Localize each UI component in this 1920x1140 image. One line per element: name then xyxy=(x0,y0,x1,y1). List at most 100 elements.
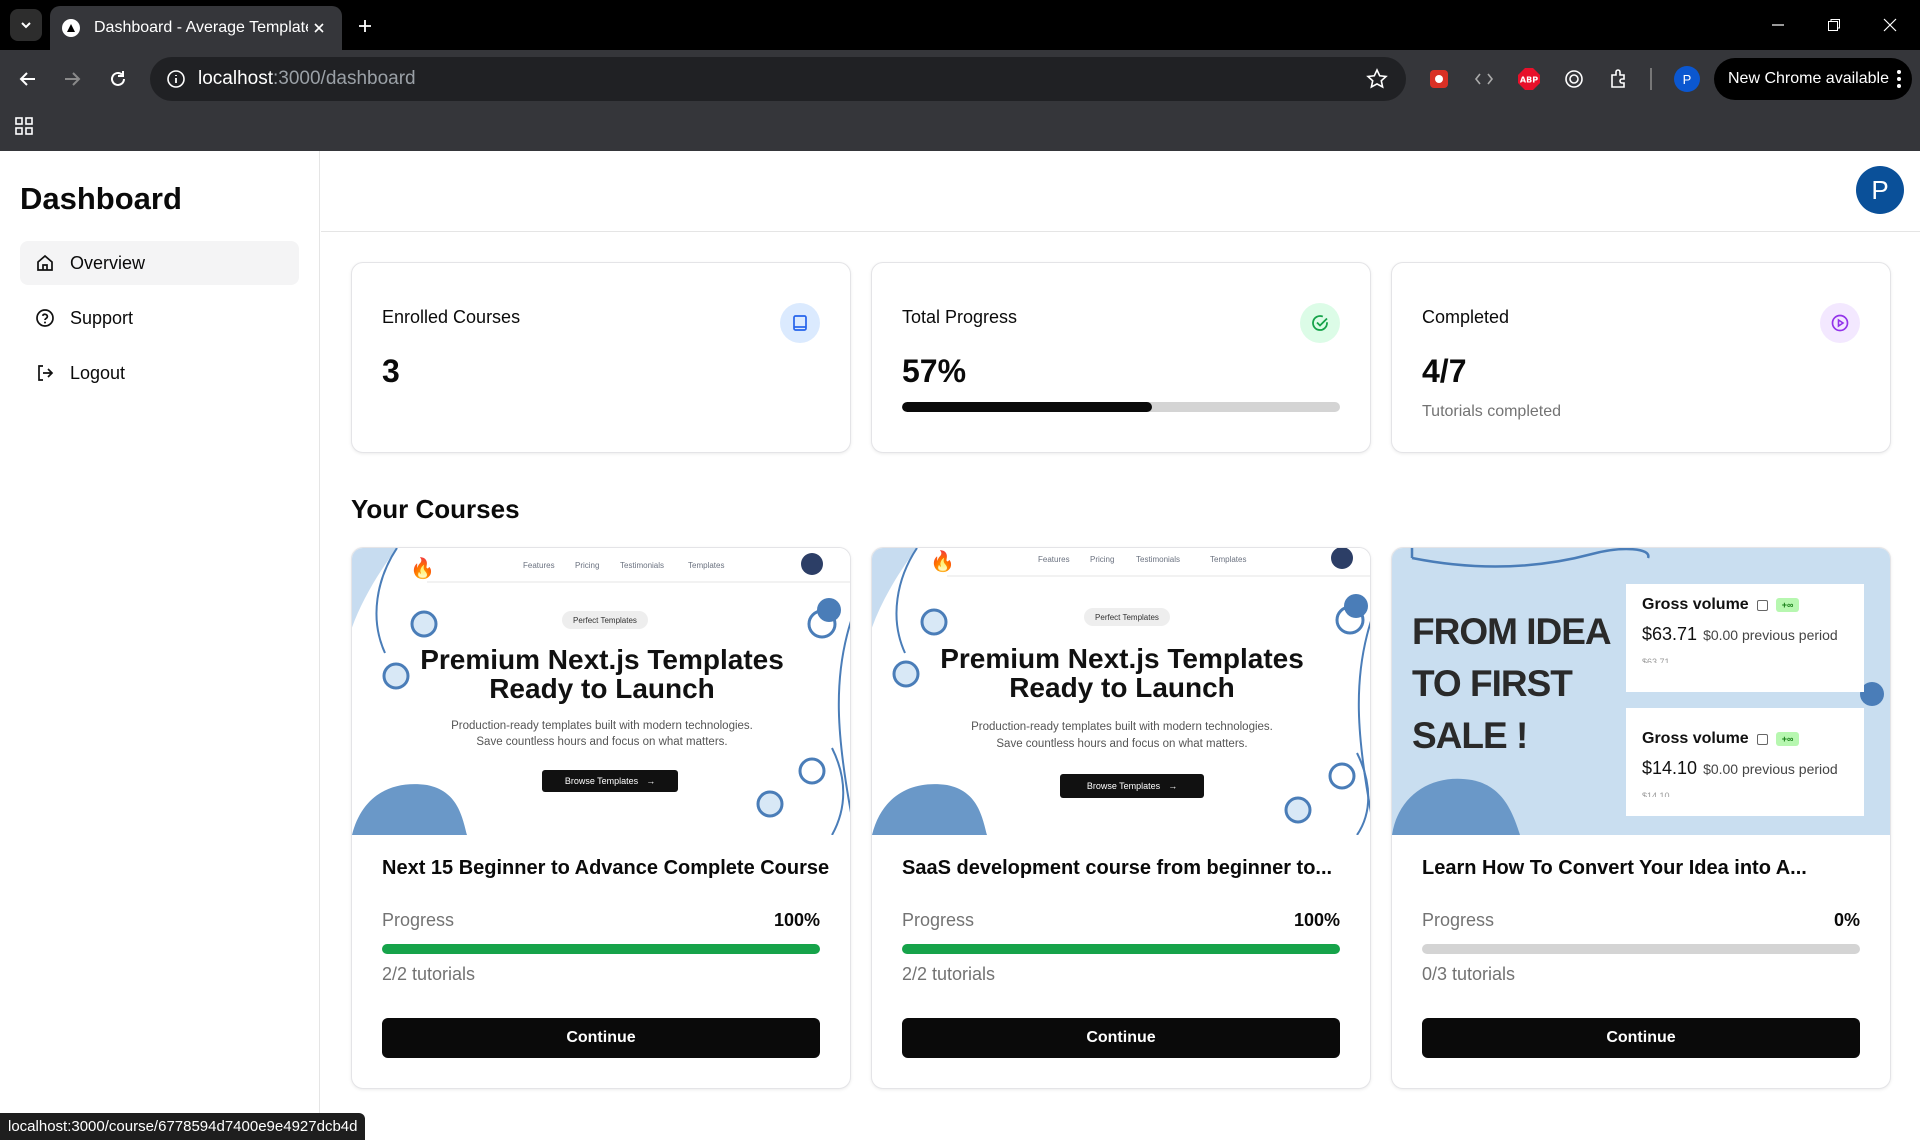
forward-button[interactable] xyxy=(58,65,86,93)
template-badge: Perfect Templates xyxy=(562,611,648,629)
chrome-profile-avatar[interactable]: P xyxy=(1674,66,1700,92)
arrow-right-icon: → xyxy=(1168,781,1178,791)
course-title: SaaS development course from beginner to… xyxy=(902,857,1333,879)
new-tab-button[interactable] xyxy=(352,13,378,39)
arrow-right-icon xyxy=(65,72,81,86)
course-progress-fill xyxy=(382,944,820,954)
user-avatar[interactable]: P xyxy=(1856,166,1904,214)
bookmarks-bar xyxy=(0,108,1920,151)
stat-card-completed: Completed 4/7 Tutorials completed xyxy=(1391,262,1891,453)
progress-label: Progress xyxy=(1422,910,1495,930)
arrow-left-icon xyxy=(19,72,35,86)
template-badge: Perfect Templates xyxy=(1084,608,1170,626)
close-window-button[interactable] xyxy=(1862,0,1918,50)
stat-label: Completed xyxy=(1422,307,1510,327)
gross-volume-previous: $0.00 previous period xyxy=(1703,761,1838,777)
course-progress-bar xyxy=(1422,944,1860,954)
template-nav-testimonials: Testimonials xyxy=(620,561,665,570)
logout-icon xyxy=(34,362,56,384)
template-nav-testimonials: Testimonials xyxy=(1136,555,1181,564)
extension-target-icon[interactable] xyxy=(1561,66,1587,92)
extension-red-icon[interactable] xyxy=(1426,66,1452,92)
chevron-down-icon xyxy=(21,22,31,29)
restore-window-button[interactable] xyxy=(1806,0,1862,50)
address-bar[interactable]: localhost:3000/dashboard xyxy=(150,57,1406,101)
fire-logo-icon: 🔥 xyxy=(930,551,955,573)
gross-volume-tag: +∞ xyxy=(1775,732,1800,746)
gross-volume-amount: $14.10 xyxy=(1642,758,1698,778)
total-progress-bar xyxy=(902,402,1340,412)
apps-grid-icon[interactable] xyxy=(14,116,34,136)
stat-value: 3 xyxy=(382,353,400,389)
progress-value: 0% xyxy=(1833,910,1860,930)
adblock-extension-icon[interactable]: ABP xyxy=(1516,66,1542,92)
total-progress-fill xyxy=(902,402,1152,412)
site-info-icon[interactable] xyxy=(166,69,186,89)
reload-icon xyxy=(111,71,125,86)
tutorials-count: 0/3 tutorials xyxy=(1422,964,1516,984)
sidebar-item-label: Logout xyxy=(70,362,126,383)
sidebar-item-support[interactable]: Support xyxy=(20,296,299,340)
course-thumbnail: 🔥 Features Pricing Testimonials Template… xyxy=(872,548,1370,835)
new-chrome-label: New Chrome available xyxy=(1728,70,1889,87)
gross-volume-previous: $0.00 previous period xyxy=(1703,627,1838,643)
bookmark-star-icon[interactable] xyxy=(1366,68,1388,90)
close-tab-icon[interactable] xyxy=(308,17,330,39)
url-host: localhost xyxy=(198,68,273,89)
reload-button[interactable] xyxy=(104,65,132,93)
template-desc-line2: Save countless hours and focus on what m… xyxy=(476,736,728,748)
gross-volume-cut-value: $14.10 xyxy=(1642,791,1670,797)
course-card[interactable]: 🔥 Features Pricing Testimonials Template… xyxy=(871,547,1371,1089)
gross-volume-label: Gross volume xyxy=(1642,596,1749,613)
course-progress-fill xyxy=(902,944,1340,954)
more-vert-icon[interactable] xyxy=(1896,69,1902,89)
toolbar-divider xyxy=(1650,68,1652,90)
extensions-puzzle-icon[interactable] xyxy=(1606,66,1632,92)
sidebar-item-label: Overview xyxy=(70,252,146,273)
info-icon xyxy=(1756,599,1768,611)
course-progress-bar xyxy=(382,944,820,954)
course-thumbnail: FROM IDEA TO FIRST SALE ! Gross volume +∞… xyxy=(1392,548,1890,835)
browser-tab-active[interactable]: Dashboard - Average Template xyxy=(50,6,342,50)
extension-code-icon[interactable] xyxy=(1471,66,1497,92)
sale-heading-line1: FROM IDEA xyxy=(1412,611,1612,652)
book-icon xyxy=(780,303,820,343)
template-browse-button: Browse Templates → xyxy=(1060,774,1204,798)
continue-button[interactable]: Continue xyxy=(1422,1018,1860,1058)
minimize-window-button[interactable] xyxy=(1750,0,1806,50)
gross-volume-amount: $63.71 xyxy=(1642,624,1698,644)
sidebar-item-label: Support xyxy=(70,307,134,328)
browser-tab-bar: Dashboard - Average Template xyxy=(0,0,1920,50)
progress-label: Progress xyxy=(902,910,975,930)
tab-search-button[interactable] xyxy=(10,9,42,41)
stat-label: Total Progress xyxy=(902,307,1018,327)
template-heading-line2: Ready to Launch xyxy=(489,673,715,704)
gross-volume-panel: Gross volume +∞ $63.71 $0.00 previous peri… xyxy=(1626,584,1864,692)
course-card[interactable]: 🔥 Features Pricing Testimonials Template… xyxy=(351,547,851,1089)
info-icon xyxy=(1756,733,1768,745)
stat-value: 4/7 xyxy=(1422,353,1467,389)
continue-button[interactable]: Continue xyxy=(382,1018,820,1058)
course-thumbnail: 🔥 Features Pricing Testimonials Template… xyxy=(352,548,850,835)
course-card[interactable]: FROM IDEA TO FIRST SALE ! Gross volume +∞… xyxy=(1391,547,1891,1089)
course-title: Next 15 Beginner to Advance Complete Cou… xyxy=(382,857,830,879)
help-circle-icon xyxy=(34,307,56,329)
template-nav-pricing: Pricing xyxy=(575,561,600,570)
template-heading-line1: Premium Next.js Templates xyxy=(940,643,1304,674)
sidebar-item-logout[interactable]: Logout xyxy=(20,351,299,395)
template-desc-line1: Production-ready templates built with mo… xyxy=(971,721,1273,733)
sidebar-title: Dashboard xyxy=(20,181,182,216)
restore-icon xyxy=(1828,19,1840,31)
template-desc-line2: Save countless hours and focus on what m… xyxy=(996,738,1248,750)
link-status-bar: localhost:3000/course/6778594d7400e9e492… xyxy=(0,1113,366,1140)
sidebar: Dashboard Overview Support Logout xyxy=(0,151,320,1140)
tutorials-count: 2/2 tutorials xyxy=(902,964,996,984)
sidebar-item-overview[interactable]: Overview xyxy=(20,241,299,285)
progress-value: 100% xyxy=(773,910,820,930)
back-button[interactable] xyxy=(14,65,42,93)
stat-value: 57% xyxy=(902,353,967,389)
new-chrome-available-button[interactable]: New Chrome available xyxy=(1714,58,1912,100)
continue-button[interactable]: Continue xyxy=(902,1018,1340,1058)
tab-title: Dashboard - Average Template xyxy=(94,19,308,36)
progress-label: Progress xyxy=(382,910,455,930)
